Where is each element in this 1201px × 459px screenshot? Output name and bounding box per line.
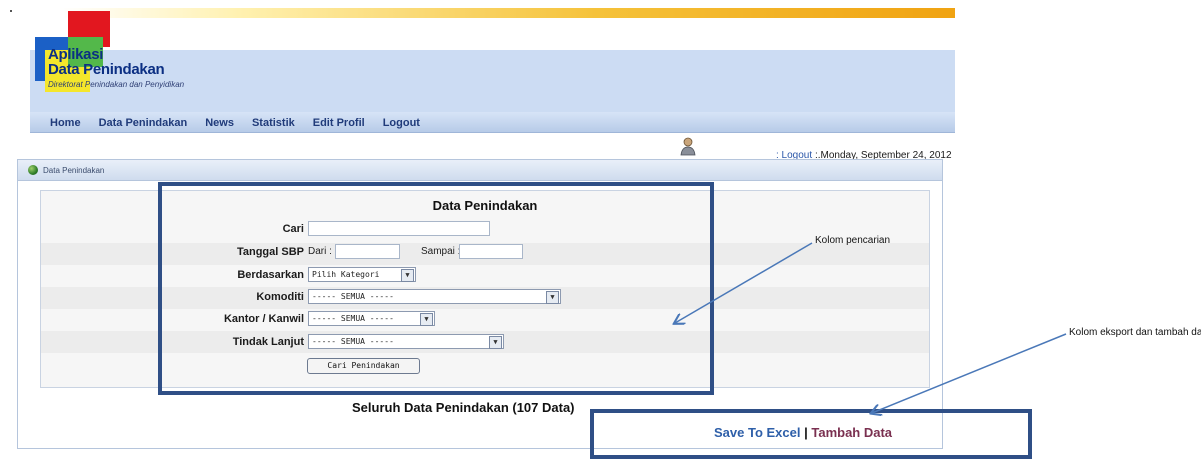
annotation-arrows [0,242,1067,447]
search-arrow [675,242,813,323]
export-arrow [872,333,1067,413]
